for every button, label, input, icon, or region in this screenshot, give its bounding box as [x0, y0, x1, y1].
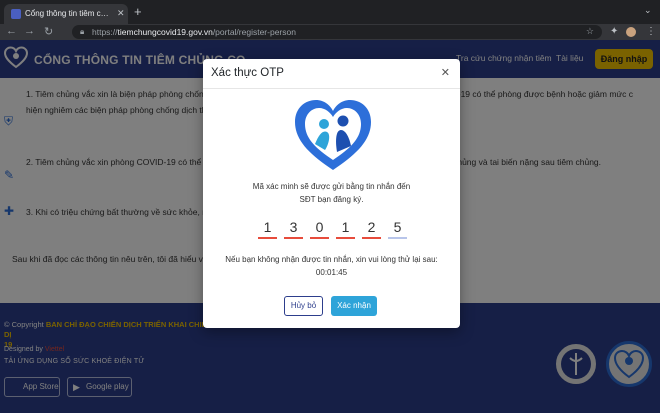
browser-menu-icon[interactable]: ⋮ [646, 26, 656, 37]
modal-header: Xác thực OTP ✕ [203, 59, 460, 89]
resend-notice: Nếu bạn không nhận được tin nhắn, xin vu… [225, 255, 438, 277]
otp-input-group: 1 3 0 1 2 5 [258, 217, 408, 239]
browser-toolbar: ← → ↻ 🔒︎ https://tiemchungcovid19.gov.vn… [0, 24, 660, 40]
favicon-icon [11, 9, 21, 19]
tab-search-icon[interactable]: ⌄ [644, 5, 652, 16]
confirm-button[interactable]: Xác nhận [331, 296, 377, 316]
otp-digit-input[interactable]: 2 [362, 217, 381, 239]
tab-title: Cổng thông tin tiêm chủng Covid [25, 9, 113, 18]
bookmark-star-icon[interactable]: ☆ [586, 26, 594, 37]
vaccination-heart-logo-icon [295, 100, 371, 170]
otp-digit-input[interactable]: 0 [310, 217, 329, 239]
back-icon[interactable]: ← [6, 25, 17, 37]
url-text: https://tiemchungcovid19.gov.vn/portal/r… [92, 27, 296, 37]
extensions-icon[interactable]: ✦ [610, 26, 618, 37]
browser-tab[interactable]: Cổng thông tin tiêm chủng Covid ✕ [4, 4, 128, 24]
countdown-timer: 00:01:45 [315, 268, 348, 277]
forward-icon[interactable]: → [24, 25, 35, 37]
otp-digit-input[interactable]: 5 [388, 217, 407, 239]
otp-digit-input[interactable]: 1 [336, 217, 355, 239]
otp-digit-input[interactable]: 1 [258, 217, 277, 239]
otp-modal: Xác thực OTP ✕ Mã xác minh sẽ được gửi b… [203, 59, 460, 328]
profile-avatar[interactable] [626, 27, 636, 37]
modal-title: Xác thực OTP [211, 67, 284, 79]
otp-digit-input[interactable]: 3 [284, 217, 303, 239]
address-bar[interactable]: 🔒︎ https://tiemchungcovid19.gov.vn/porta… [72, 25, 602, 39]
reload-icon[interactable]: ↻ [44, 25, 53, 38]
otp-message: Mã xác minh sẽ được gửi bằng tin nhắn đế… [252, 182, 411, 204]
close-tab-icon[interactable]: ✕ [117, 8, 125, 19]
new-tab-icon[interactable]: + [134, 4, 142, 19]
browser-tab-bar: Cổng thông tin tiêm chủng Covid ✕ + ⌄ [0, 0, 660, 24]
cancel-button[interactable]: Hủy bỏ [284, 296, 323, 316]
lock-icon: 🔒︎ [80, 27, 85, 36]
close-icon[interactable]: ✕ [441, 66, 450, 79]
